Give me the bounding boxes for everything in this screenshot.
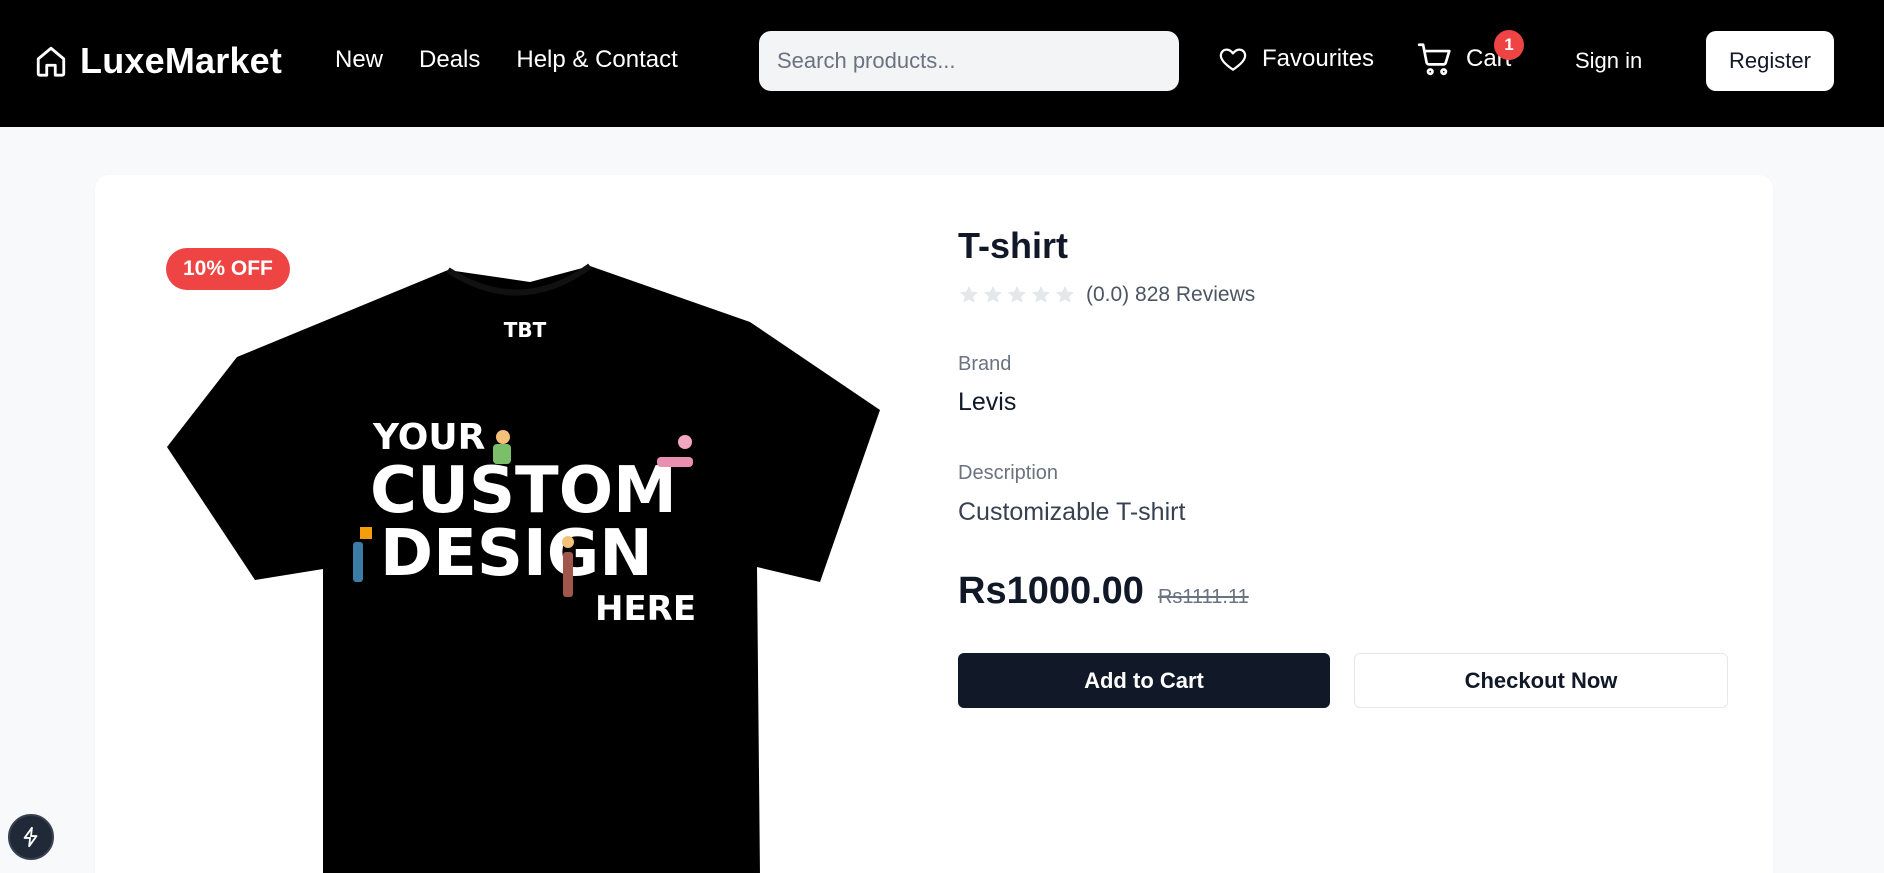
brand-label: Brand xyxy=(958,353,1012,375)
heart-icon xyxy=(1219,48,1247,71)
nav-deals[interactable]: Deals xyxy=(419,46,480,74)
logo-link[interactable]: LuxeMarket xyxy=(34,40,282,82)
favourites-label: Favourites xyxy=(1262,45,1375,72)
top-navbar: LuxeMarket New Deals Help & Contact Favo… xyxy=(0,0,1884,127)
description-value: Customizable T-shirt xyxy=(958,498,1186,526)
main-nav: New Deals Help & Contact xyxy=(335,46,678,74)
register-button[interactable]: Register xyxy=(1706,31,1834,91)
checkout-now-button[interactable]: Checkout Now xyxy=(1354,653,1728,708)
sign-in-link[interactable]: Sign in xyxy=(1575,48,1642,74)
cart-icon xyxy=(1417,43,1451,76)
star-icon xyxy=(1032,285,1050,303)
favourites-button[interactable]: Favourites xyxy=(1218,44,1374,74)
tee-line-design: DESIGN xyxy=(380,517,653,591)
tee-logo-text: TBT xyxy=(504,318,547,342)
nav-new[interactable]: New xyxy=(335,46,383,74)
add-to-cart-button[interactable]: Add to Cart xyxy=(958,653,1330,708)
search-input[interactable] xyxy=(759,31,1179,91)
rating-row: (0.0) 828 Reviews xyxy=(958,283,1255,307)
star-icon xyxy=(960,285,978,303)
product-title: T-shirt xyxy=(958,225,1069,266)
star-icon xyxy=(984,285,1002,303)
current-price: Rs1000.00 xyxy=(958,570,1144,612)
rating-text: (0.0) 828 Reviews xyxy=(1086,283,1256,306)
product-info: T-shirt (0.0) 828 Reviews Brand Levis De… xyxy=(958,225,1728,708)
star-icon xyxy=(1008,285,1026,303)
dev-tools-button[interactable] xyxy=(8,814,54,860)
cart-count-badge: 1 xyxy=(1494,30,1524,60)
logo-text: LuxeMarket xyxy=(80,40,283,81)
original-price: Rs1111.11 xyxy=(1157,586,1249,608)
tee-line-your: YOUR xyxy=(372,417,485,458)
star-icon xyxy=(1056,285,1074,303)
brand-value: Levis xyxy=(958,388,1017,416)
discount-badge: 10% OFF xyxy=(166,248,290,290)
product-image: TBT YOUR CUSTOM DESIGN HERE xyxy=(167,263,880,873)
nav-help-contact[interactable]: Help & Contact xyxy=(516,46,677,74)
star-rating xyxy=(958,284,1076,306)
cart-button[interactable]: Cart 1 xyxy=(1416,30,1524,78)
price-row: Rs1000.00 Rs1111.11 xyxy=(958,570,1249,613)
home-icon xyxy=(36,46,66,77)
lightning-icon xyxy=(23,826,38,848)
description-label: Description xyxy=(958,462,1059,484)
tee-line-here: HERE xyxy=(595,589,696,629)
